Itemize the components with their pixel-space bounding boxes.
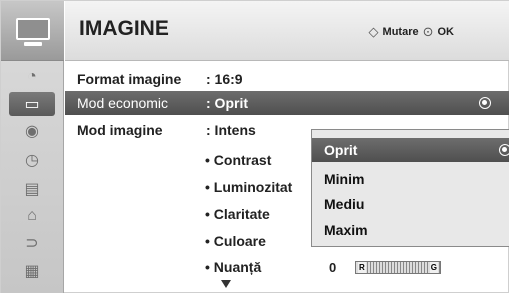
radio-selected-icon <box>479 97 491 109</box>
option-label: Maxim <box>324 222 368 238</box>
move-hint-label: Mutare <box>382 26 419 38</box>
title-bar: IMAGINE ◇ Mutare ⊙ OK <box>65 1 509 61</box>
dropdown-option-minim[interactable]: Minim <box>312 167 509 191</box>
setting-row-format[interactable]: Format imagine : 16:9 <box>65 67 509 91</box>
input-plug-icon[interactable]: ⊃ <box>9 231 55 255</box>
tint-balance-bar[interactable]: R G <box>355 261 441 274</box>
setting-row-economic[interactable]: Mod economic : Oprit <box>65 91 509 115</box>
tv-icon <box>16 18 50 46</box>
calendar-option-icon[interactable]: ▤ <box>9 177 55 201</box>
economic-mode-dropdown: Oprit Minim Mediu Maxim <box>311 129 509 247</box>
tint-value: 0 <box>329 260 337 275</box>
option-label: Minim <box>324 171 365 187</box>
dropdown-option-maxim[interactable]: Maxim <box>312 218 509 242</box>
setting-value: : 16:9 <box>206 71 243 87</box>
ok-hint-label: OK <box>437 26 455 38</box>
sub-item-sharpness[interactable]: • Claritate <box>205 206 270 222</box>
satellite-dish-icon[interactable]: ◔ <box>9 65 55 89</box>
sidebar-header <box>1 1 64 61</box>
sub-item-contrast[interactable]: • Contrast <box>205 152 271 168</box>
sub-item-brightness[interactable]: • Luminozitat <box>205 179 292 195</box>
tv-settings-menu: ◔ ▭ ◉ ◷ ▤ ⌂ ⊃ ▦ IMAGINE ◇ Mutare ⊙ OK Fo… <box>0 0 509 293</box>
radio-selected-icon <box>499 144 509 156</box>
dropdown-option-oprit[interactable]: Oprit <box>312 138 509 162</box>
scroll-down-icon[interactable] <box>221 280 231 288</box>
category-sidebar: ◔ ▭ ◉ ◷ ▤ ⌂ ⊃ ▦ <box>1 1 64 293</box>
tint-left-label: R <box>358 262 366 273</box>
sub-item-tint[interactable]: • Nuanță <box>205 259 261 275</box>
option-label: Mediu <box>324 196 365 212</box>
setting-label: Mod imagine <box>77 122 163 138</box>
clapperboard-icon[interactable]: ▦ <box>9 259 55 283</box>
option-label: Oprit <box>324 142 358 158</box>
setting-value: : Intens <box>206 122 256 138</box>
tint-right-label: G <box>429 262 438 273</box>
clock-time-icon[interactable]: ◷ <box>9 148 55 172</box>
sub-item-color[interactable]: • Culoare <box>205 233 266 249</box>
page-title: IMAGINE <box>79 17 169 40</box>
tv-picture-icon[interactable]: ▭ <box>9 92 55 116</box>
speaker-audio-icon[interactable]: ◉ <box>9 119 55 143</box>
setting-label: Format imagine <box>77 71 182 87</box>
navigation-hint: ◇ Mutare ⊙ OK <box>369 24 454 40</box>
lock-icon[interactable]: ⌂ <box>9 204 55 228</box>
ok-button-icon: ⊙ <box>422 24 434 39</box>
setting-label: Mod economic <box>77 95 169 111</box>
setting-value: : Oprit <box>206 95 248 111</box>
dpad-icon: ◇ <box>368 24 379 39</box>
dropdown-option-mediu[interactable]: Mediu <box>312 192 509 216</box>
